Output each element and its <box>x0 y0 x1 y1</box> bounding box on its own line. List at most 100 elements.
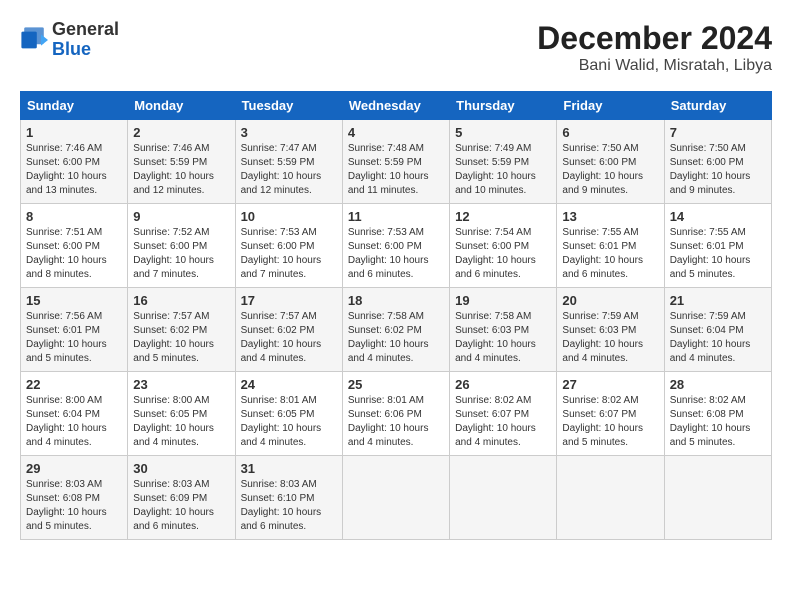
day-number: 23 <box>133 377 229 392</box>
calendar-cell <box>450 456 557 540</box>
calendar-cell: 17 Sunrise: 7:57 AMSunset: 6:02 PMDayligh… <box>235 288 342 372</box>
calendar-cell: 13 Sunrise: 7:55 AMSunset: 6:01 PMDayligh… <box>557 204 664 288</box>
calendar-cell: 5 Sunrise: 7:49 AMSunset: 5:59 PMDaylight… <box>450 120 557 204</box>
day-number: 17 <box>241 293 337 308</box>
cell-info: Sunrise: 8:03 AMSunset: 6:10 PMDaylight:… <box>241 479 322 532</box>
cell-info: Sunrise: 7:54 AMSunset: 6:00 PMDaylight:… <box>455 227 536 280</box>
day-number: 18 <box>348 293 444 308</box>
day-number: 26 <box>455 377 551 392</box>
header-friday: Friday <box>557 92 664 120</box>
day-number: 9 <box>133 209 229 224</box>
header-sunday: Sunday <box>21 92 128 120</box>
day-number: 13 <box>562 209 658 224</box>
cell-info: Sunrise: 7:53 AMSunset: 6:00 PMDaylight:… <box>241 227 322 280</box>
day-number: 22 <box>26 377 122 392</box>
logo-general-text: General <box>52 20 119 40</box>
calendar-cell: 26 Sunrise: 8:02 AMSunset: 6:07 PMDayligh… <box>450 372 557 456</box>
cell-info: Sunrise: 7:56 AMSunset: 6:01 PMDaylight:… <box>26 311 107 364</box>
calendar-cell: 29Sunrise: 8:03 AMSunset: 6:08 PMDayligh… <box>21 456 128 540</box>
day-number: 31 <box>241 461 337 476</box>
cell-info: Sunrise: 7:57 AMSunset: 6:02 PMDaylight:… <box>241 311 322 364</box>
day-number: 8 <box>26 209 122 224</box>
calendar-cell: 8 Sunrise: 7:51 AMSunset: 6:00 PMDaylight… <box>21 204 128 288</box>
cell-info: Sunrise: 7:59 AMSunset: 6:03 PMDaylight:… <box>562 311 643 364</box>
cell-info: Sunrise: 7:48 AMSunset: 5:59 PMDaylight:… <box>348 143 429 196</box>
cell-info: Sunrise: 7:50 AMSunset: 6:00 PMDaylight:… <box>670 143 751 196</box>
day-number: 21 <box>670 293 766 308</box>
header-wednesday: Wednesday <box>342 92 449 120</box>
day-number: 4 <box>348 125 444 140</box>
calendar-cell: 21 Sunrise: 7:59 AMSunset: 6:04 PMDayligh… <box>664 288 771 372</box>
day-number: 15 <box>26 293 122 308</box>
cell-info: Sunrise: 8:02 AMSunset: 6:07 PMDaylight:… <box>455 395 536 448</box>
calendar-cell: 22 Sunrise: 8:00 AMSunset: 6:04 PMDayligh… <box>21 372 128 456</box>
header-thursday: Thursday <box>450 92 557 120</box>
day-number: 28 <box>670 377 766 392</box>
logo-icon <box>20 26 48 54</box>
calendar-table: SundayMondayTuesdayWednesdayThursdayFrid… <box>20 91 772 540</box>
cell-info: Sunrise: 7:58 AMSunset: 6:02 PMDaylight:… <box>348 311 429 364</box>
header-tuesday: Tuesday <box>235 92 342 120</box>
calendar-cell: 12 Sunrise: 7:54 AMSunset: 6:00 PMDayligh… <box>450 204 557 288</box>
day-number: 20 <box>562 293 658 308</box>
cell-info: Sunrise: 7:51 AMSunset: 6:00 PMDaylight:… <box>26 227 107 280</box>
calendar-cell <box>664 456 771 540</box>
calendar-cell: 18 Sunrise: 7:58 AMSunset: 6:02 PMDayligh… <box>342 288 449 372</box>
calendar-cell: 16Sunrise: 7:57 AMSunset: 6:02 PMDayligh… <box>128 288 235 372</box>
cell-info: Sunrise: 7:50 AMSunset: 6:00 PMDaylight:… <box>562 143 643 196</box>
cell-info: Sunrise: 8:00 AMSunset: 6:05 PMDaylight:… <box>133 395 214 448</box>
logo: General Blue <box>20 20 119 60</box>
cell-info: Sunrise: 7:55 AMSunset: 6:01 PMDaylight:… <box>670 227 751 280</box>
calendar-cell: 20 Sunrise: 7:59 AMSunset: 6:03 PMDayligh… <box>557 288 664 372</box>
day-number: 7 <box>670 125 766 140</box>
cell-info: Sunrise: 7:46 AMSunset: 5:59 PMDaylight:… <box>133 143 214 196</box>
calendar-cell: 30 Sunrise: 8:03 AMSunset: 6:09 PMDayligh… <box>128 456 235 540</box>
cell-info: Sunrise: 8:00 AMSunset: 6:04 PMDaylight:… <box>26 395 107 448</box>
cell-info: Sunrise: 8:02 AMSunset: 6:07 PMDaylight:… <box>562 395 643 448</box>
day-number: 3 <box>241 125 337 140</box>
cell-info: Sunrise: 7:53 AMSunset: 6:00 PMDaylight:… <box>348 227 429 280</box>
page-header: General Blue December 2024 Bani Walid, M… <box>20 20 772 75</box>
calendar-cell: 23 Sunrise: 8:00 AMSunset: 6:05 PMDayligh… <box>128 372 235 456</box>
calendar-cell: 4 Sunrise: 7:48 AMSunset: 5:59 PMDaylight… <box>342 120 449 204</box>
calendar-cell: 1 Sunrise: 7:46 AMSunset: 6:00 PMDaylight… <box>21 120 128 204</box>
location: Bani Walid, Misratah, Libya <box>537 57 772 75</box>
day-number: 10 <box>241 209 337 224</box>
calendar-cell: 25Sunrise: 8:01 AMSunset: 6:06 PMDayligh… <box>342 372 449 456</box>
calendar-cell: 24 Sunrise: 8:01 AMSunset: 6:05 PMDayligh… <box>235 372 342 456</box>
cell-info: Sunrise: 7:55 AMSunset: 6:01 PMDaylight:… <box>562 227 643 280</box>
day-number: 19 <box>455 293 551 308</box>
calendar-cell: 15 Sunrise: 7:56 AMSunset: 6:01 PMDayligh… <box>21 288 128 372</box>
cell-info: Sunrise: 8:01 AMSunset: 6:05 PMDaylight:… <box>241 395 322 448</box>
day-number: 25 <box>348 377 444 392</box>
cell-info: Sunrise: 7:59 AMSunset: 6:04 PMDaylight:… <box>670 311 751 364</box>
calendar-cell: 7 Sunrise: 7:50 AMSunset: 6:00 PMDaylight… <box>664 120 771 204</box>
calendar-header-row: SundayMondayTuesdayWednesdayThursdayFrid… <box>21 92 772 120</box>
day-number: 24 <box>241 377 337 392</box>
header-monday: Monday <box>128 92 235 120</box>
calendar-cell: 3Sunrise: 7:47 AMSunset: 5:59 PMDaylight… <box>235 120 342 204</box>
week-row-5: 29Sunrise: 8:03 AMSunset: 6:08 PMDayligh… <box>21 456 772 540</box>
day-number: 6 <box>562 125 658 140</box>
title-block: December 2024 Bani Walid, Misratah, Liby… <box>537 20 772 75</box>
day-number: 5 <box>455 125 551 140</box>
calendar-cell: 28 Sunrise: 8:02 AMSunset: 6:08 PMDayligh… <box>664 372 771 456</box>
day-number: 30 <box>133 461 229 476</box>
cell-info: Sunrise: 8:02 AMSunset: 6:08 PMDaylight:… <box>670 395 751 448</box>
week-row-3: 15 Sunrise: 7:56 AMSunset: 6:01 PMDayligh… <box>21 288 772 372</box>
header-saturday: Saturday <box>664 92 771 120</box>
cell-info: Sunrise: 8:03 AMSunset: 6:09 PMDaylight:… <box>133 479 214 532</box>
day-number: 12 <box>455 209 551 224</box>
cell-info: Sunrise: 8:03 AMSunset: 6:08 PMDaylight:… <box>26 479 107 532</box>
calendar-cell: 14 Sunrise: 7:55 AMSunset: 6:01 PMDayligh… <box>664 204 771 288</box>
calendar-cell: 31 Sunrise: 8:03 AMSunset: 6:10 PMDayligh… <box>235 456 342 540</box>
cell-info: Sunrise: 7:58 AMSunset: 6:03 PMDaylight:… <box>455 311 536 364</box>
day-number: 14 <box>670 209 766 224</box>
calendar-cell: 2Sunrise: 7:46 AMSunset: 5:59 PMDaylight… <box>128 120 235 204</box>
month-year: December 2024 <box>537 20 772 57</box>
day-number: 1 <box>26 125 122 140</box>
cell-info: Sunrise: 7:49 AMSunset: 5:59 PMDaylight:… <box>455 143 536 196</box>
cell-info: Sunrise: 7:46 AMSunset: 6:00 PMDaylight:… <box>26 143 107 196</box>
calendar-cell <box>557 456 664 540</box>
week-row-4: 22 Sunrise: 8:00 AMSunset: 6:04 PMDayligh… <box>21 372 772 456</box>
